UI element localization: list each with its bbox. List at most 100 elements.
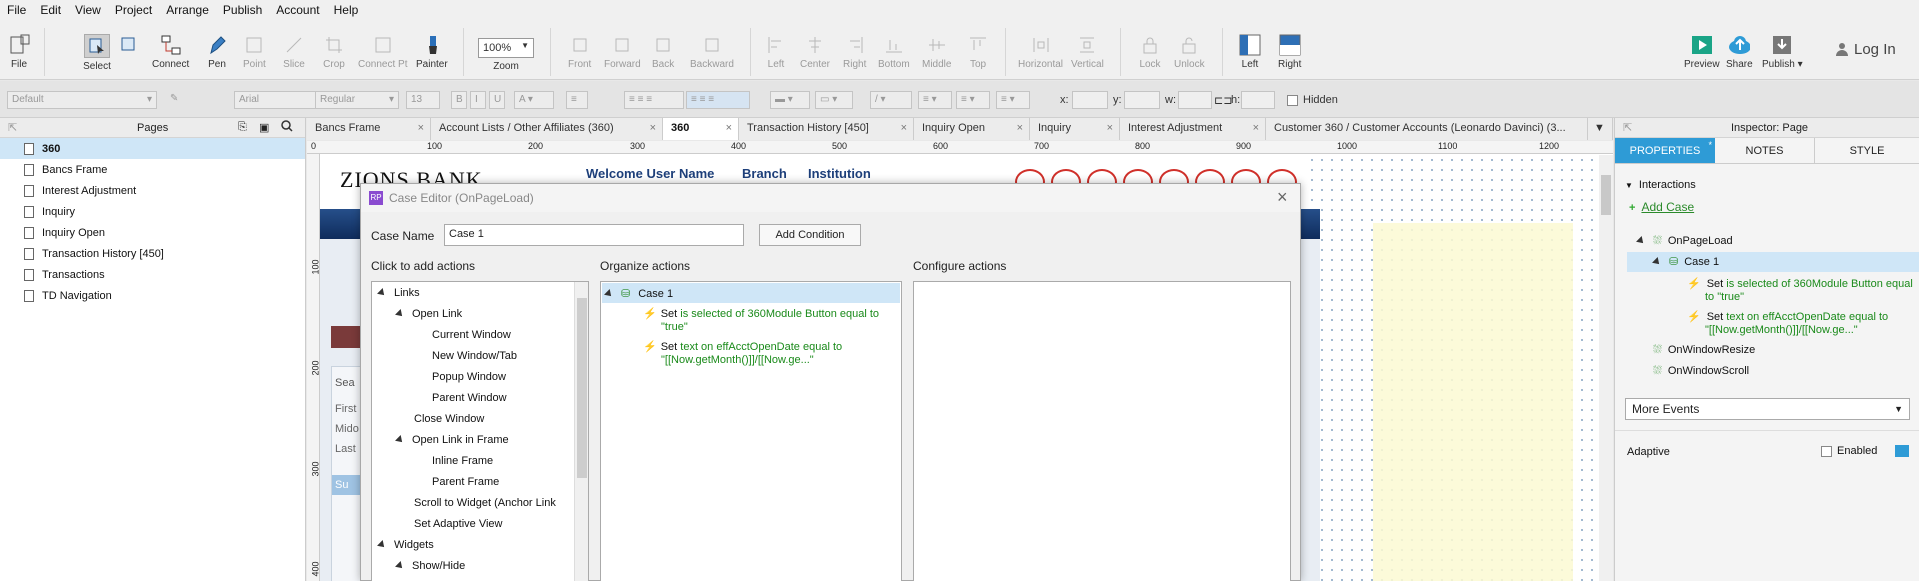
action-parent-window[interactable]: Parent Window bbox=[432, 392, 507, 404]
action-set-selected[interactable]: ⚡ Set is selected of 360Module Button equ… bbox=[1687, 278, 1913, 304]
menu-publish[interactable]: Publish bbox=[216, 0, 269, 20]
underline-button[interactable]: U bbox=[489, 91, 505, 109]
action-open-link-in-frame[interactable]: Open Link in Frame bbox=[395, 434, 509, 446]
add-condition-button[interactable]: Add Condition bbox=[759, 224, 861, 246]
distribute-horizontal-button[interactable]: Horizontal bbox=[1018, 34, 1063, 70]
close-icon[interactable]: × bbox=[418, 122, 424, 134]
pin-icon[interactable]: ⇱ bbox=[8, 121, 17, 134]
tab-360[interactable]: 360 × bbox=[663, 118, 739, 140]
width-input[interactable] bbox=[1178, 91, 1212, 109]
menu-view[interactable]: View bbox=[68, 0, 108, 20]
lock-button[interactable]: Lock bbox=[1139, 34, 1161, 70]
tab-style[interactable]: STYLE bbox=[1815, 138, 1919, 163]
page-item-transaction-history[interactable]: Transaction History [450] bbox=[0, 243, 305, 264]
close-icon[interactable]: × bbox=[726, 122, 732, 134]
left-view-button[interactable]: Left bbox=[1239, 34, 1261, 70]
weight-select[interactable]: Regular ▾ bbox=[315, 91, 399, 109]
unlock-button[interactable]: Unlock bbox=[1174, 34, 1205, 70]
action-parent-frame[interactable]: Parent Frame bbox=[432, 476, 499, 488]
select-button[interactable]: Select bbox=[78, 34, 116, 72]
organize-action-set-text[interactable]: ⚡ Set text on effAcctOpenDate equal to "[[… bbox=[643, 341, 842, 367]
menu-arrange[interactable]: Arrange bbox=[159, 0, 216, 20]
tab-customer-360[interactable]: Customer 360 / Customer Accounts (Leonar… bbox=[1266, 118, 1588, 140]
page-item-inquiry[interactable]: Inquiry bbox=[0, 201, 305, 222]
zoom-select[interactable]: 100% ▼ bbox=[478, 38, 534, 58]
line-color-button[interactable]: / ▾ bbox=[870, 91, 912, 109]
organize-action-set-selected[interactable]: ⚡ Set is selected of 360Module Button equ… bbox=[643, 308, 879, 334]
tab-interest-adjustment[interactable]: Interest Adjustment × bbox=[1120, 118, 1266, 140]
close-icon[interactable]: × bbox=[1253, 122, 1259, 134]
italic-button[interactable]: I bbox=[470, 91, 486, 109]
tab-account-lists[interactable]: Account Lists / Other Affiliates (360) × bbox=[431, 118, 663, 140]
menu-edit[interactable]: Edit bbox=[33, 0, 68, 20]
tab-bancs-frame[interactable]: Bancs Frame × bbox=[307, 118, 431, 140]
close-icon[interactable]: × bbox=[1277, 187, 1288, 208]
publish-button[interactable]: Publish ▾ bbox=[1762, 34, 1803, 70]
front-button[interactable]: Front bbox=[568, 34, 591, 70]
menu-project[interactable]: Project bbox=[108, 0, 159, 20]
distribute-vertical-button[interactable]: Vertical bbox=[1071, 34, 1104, 70]
connect-point-button[interactable]: Connect Pt bbox=[358, 34, 407, 70]
action-set-adaptive-view[interactable]: Set Adaptive View bbox=[414, 518, 502, 530]
close-icon[interactable]: × bbox=[1017, 122, 1023, 134]
shadow-button[interactable]: ▭ ▾ bbox=[815, 91, 853, 109]
page-item-bancs-frame[interactable]: Bancs Frame bbox=[0, 159, 305, 180]
painter-button[interactable]: Painter bbox=[416, 34, 448, 70]
text-align-buttons[interactable]: ≡ ≡ ≡ bbox=[624, 91, 684, 109]
action-close-window[interactable]: Close Window bbox=[414, 413, 484, 425]
page-item-360[interactable]: 360 bbox=[0, 138, 305, 159]
event-onpageload[interactable]: ⛆ OnPageLoad bbox=[1636, 235, 1733, 248]
style-select[interactable]: Default ▾ bbox=[7, 91, 157, 109]
login-button[interactable]: Log In bbox=[1836, 41, 1896, 58]
pin-icon[interactable]: ⇱ bbox=[1623, 121, 1632, 134]
action-scroll-to-widget[interactable]: Scroll to Widget (Anchor Link bbox=[414, 497, 556, 509]
action-new-window[interactable]: New Window/Tab bbox=[432, 350, 517, 362]
x-input[interactable] bbox=[1072, 91, 1108, 109]
share-button[interactable]: Share bbox=[1726, 34, 1753, 70]
tab-overflow-menu[interactable]: ▼ bbox=[1588, 118, 1613, 140]
align-middle-button[interactable]: Middle bbox=[922, 34, 951, 70]
close-icon[interactable]: × bbox=[1107, 122, 1113, 134]
slice-button[interactable]: Slice bbox=[283, 34, 305, 70]
hidden-checkbox[interactable]: Hidden bbox=[1287, 94, 1338, 106]
connect-button[interactable]: Connect bbox=[152, 34, 189, 70]
forward-button[interactable]: Forward bbox=[604, 34, 641, 70]
page-item-td-navigation[interactable]: TD Navigation bbox=[0, 285, 305, 306]
preview-button[interactable]: Preview bbox=[1684, 34, 1720, 70]
bullet-list-button[interactable]: ≡ bbox=[566, 91, 588, 109]
interactions-section[interactable]: ▼ Interactions bbox=[1625, 179, 1696, 191]
align-bottom-button[interactable]: Bottom bbox=[878, 34, 910, 70]
action-current-window[interactable]: Current Window bbox=[432, 329, 511, 341]
action-inline-frame[interactable]: Inline Frame bbox=[432, 455, 493, 467]
action-popup-window[interactable]: Popup Window bbox=[432, 371, 506, 383]
zoom-control[interactable]: 100% ▼ Zoom bbox=[478, 38, 534, 72]
adaptive-settings-icon[interactable] bbox=[1895, 445, 1909, 457]
font-color-button[interactable]: A ▾ bbox=[514, 91, 554, 109]
menu-file[interactable]: File bbox=[0, 0, 33, 20]
menu-account[interactable]: Account bbox=[269, 0, 326, 20]
tab-notes[interactable]: NOTES bbox=[1715, 138, 1815, 163]
event-onwindowscroll[interactable]: ⛆ OnWindowScroll bbox=[1637, 365, 1749, 378]
font-select[interactable]: Arial▾ bbox=[234, 91, 326, 109]
case-name-input[interactable]: Case 1 bbox=[444, 224, 744, 246]
size-select[interactable]: 13 bbox=[406, 91, 440, 109]
line-width-button[interactable]: ≡ ▾ bbox=[918, 91, 952, 109]
adaptive-enabled-checkbox[interactable]: Enabled bbox=[1821, 445, 1877, 457]
action-set-text[interactable]: ⚡ Set text on effAcctOpenDate equal to "[[… bbox=[1687, 311, 1888, 337]
point-button[interactable]: Point bbox=[243, 34, 266, 70]
action-links[interactable]: Links bbox=[377, 287, 420, 299]
align-top-button[interactable]: Top bbox=[967, 34, 989, 70]
close-icon[interactable]: × bbox=[650, 122, 656, 134]
page-item-interest-adjustment[interactable]: Interest Adjustment bbox=[0, 180, 305, 201]
tab-properties[interactable]: PROPERTIES * bbox=[1615, 138, 1715, 163]
page-item-transactions[interactable]: Transactions bbox=[0, 264, 305, 285]
tab-inquiry[interactable]: Inquiry × bbox=[1030, 118, 1120, 140]
line-style-button[interactable]: ≡ ▾ bbox=[956, 91, 990, 109]
action-open-link[interactable]: Open Link bbox=[395, 308, 462, 320]
case-1-row[interactable]: ⛁ Case 1 bbox=[1652, 255, 1719, 268]
menu-help[interactable]: Help bbox=[327, 0, 366, 20]
y-input[interactable] bbox=[1124, 91, 1160, 109]
constrain-icon[interactable]: ⊏⊐ bbox=[1214, 94, 1232, 107]
canvas-scrollbar[interactable] bbox=[1599, 155, 1613, 581]
event-onwindowresize[interactable]: ⛆ OnWindowResize bbox=[1637, 344, 1755, 357]
